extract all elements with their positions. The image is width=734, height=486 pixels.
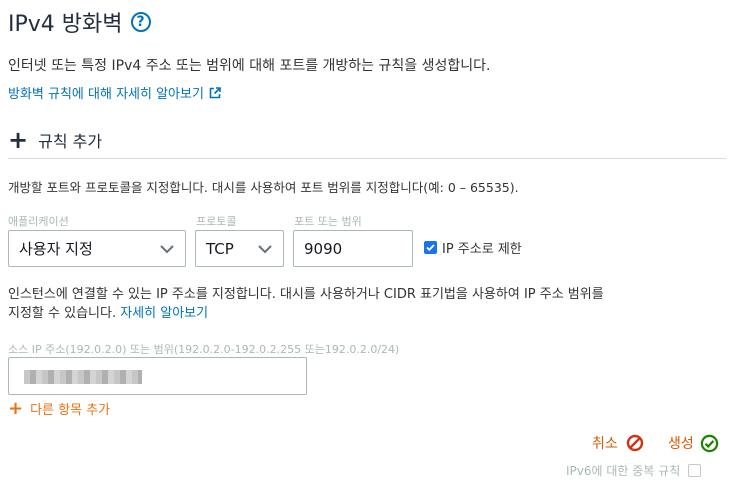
source-ip-label: 소스 IP 주소(192.0.2.0) 또는 범위(192.0.2.0-192.… xyxy=(8,343,400,356)
add-rule-header[interactable]: + 규칙 추가 xyxy=(8,128,102,152)
ip-hint-learn-more-link[interactable]: 자세히 알아보기 xyxy=(120,306,208,321)
add-another-button[interactable]: + 다른 항목 추가 xyxy=(8,399,110,418)
application-label: 애플리케이션 xyxy=(8,215,69,228)
page-description: 인터넷 또는 특정 IPv4 주소 또는 범위에 대해 포트를 개방하는 규칙을… xyxy=(8,58,491,74)
learn-more-label: 방화벽 규칙에 대해 자세히 알아보기 xyxy=(8,87,204,102)
chevron-down-icon xyxy=(258,244,272,253)
plus-icon: + xyxy=(8,126,29,154)
port-hint: 개방할 포트와 프로토콜을 지정합니다. 대시를 사용하여 포트 범위를 지정합… xyxy=(8,180,519,195)
ip-hint: 인스턴스에 연결할 수 있는 IP 주소를 지정합니다. 대시를 사용하거나 C… xyxy=(8,285,608,323)
create-check-icon xyxy=(700,434,718,452)
cancel-button[interactable]: 취소 xyxy=(592,433,644,453)
ipv6-duplicate-row[interactable]: IPv6에 대한 중복 규칙 xyxy=(566,462,702,479)
add-another-label: 다른 항목 추가 xyxy=(30,403,111,418)
create-button[interactable]: 생성 xyxy=(668,433,719,453)
source-ip-input[interactable] xyxy=(8,357,307,395)
ipv6-duplicate-checkbox[interactable] xyxy=(688,464,702,477)
external-link-icon xyxy=(209,86,221,98)
application-value: 사용자 지정 xyxy=(19,240,93,258)
help-icon[interactable]: ? xyxy=(130,12,151,32)
port-input[interactable]: 9090 xyxy=(293,230,413,267)
page-title: IPv4 방화벽 xyxy=(8,12,123,37)
section-divider xyxy=(8,158,726,159)
protocol-select[interactable]: TCP xyxy=(195,230,284,267)
help-glyph: ? xyxy=(136,14,145,30)
learn-more-link[interactable]: 방화벽 규칙에 대해 자세히 알아보기 xyxy=(8,83,221,102)
chevron-down-icon xyxy=(160,244,174,253)
add-rule-label: 규칙 추가 xyxy=(38,132,103,151)
restrict-ip-checkbox-row[interactable]: IP 주소로 제한 xyxy=(424,238,522,257)
port-label: 포트 또는 범위 xyxy=(294,215,362,228)
cancel-icon xyxy=(626,434,643,452)
create-label: 생성 xyxy=(668,436,694,452)
ip-hint-text: 인스턴스에 연결할 수 있는 IP 주소를 지정합니다. 대시를 사용하거나 C… xyxy=(8,287,604,321)
page-title-row: IPv4 방화벽 ? xyxy=(8,6,151,38)
port-value: 9090 xyxy=(304,239,343,258)
protocol-label: 프로토콜 xyxy=(196,215,237,228)
ipv6-duplicate-label: IPv6에 대한 중복 규칙 xyxy=(566,464,681,478)
plus-icon: + xyxy=(8,397,24,419)
restrict-ip-label: IP 주소로 제한 xyxy=(442,242,522,257)
redacted-ip-value xyxy=(24,370,142,384)
cancel-label: 취소 xyxy=(592,436,618,452)
restrict-ip-checkbox[interactable] xyxy=(424,241,437,254)
protocol-value: TCP xyxy=(206,239,234,258)
check-icon xyxy=(426,244,435,252)
application-select[interactable]: 사용자 지정 xyxy=(8,230,186,267)
